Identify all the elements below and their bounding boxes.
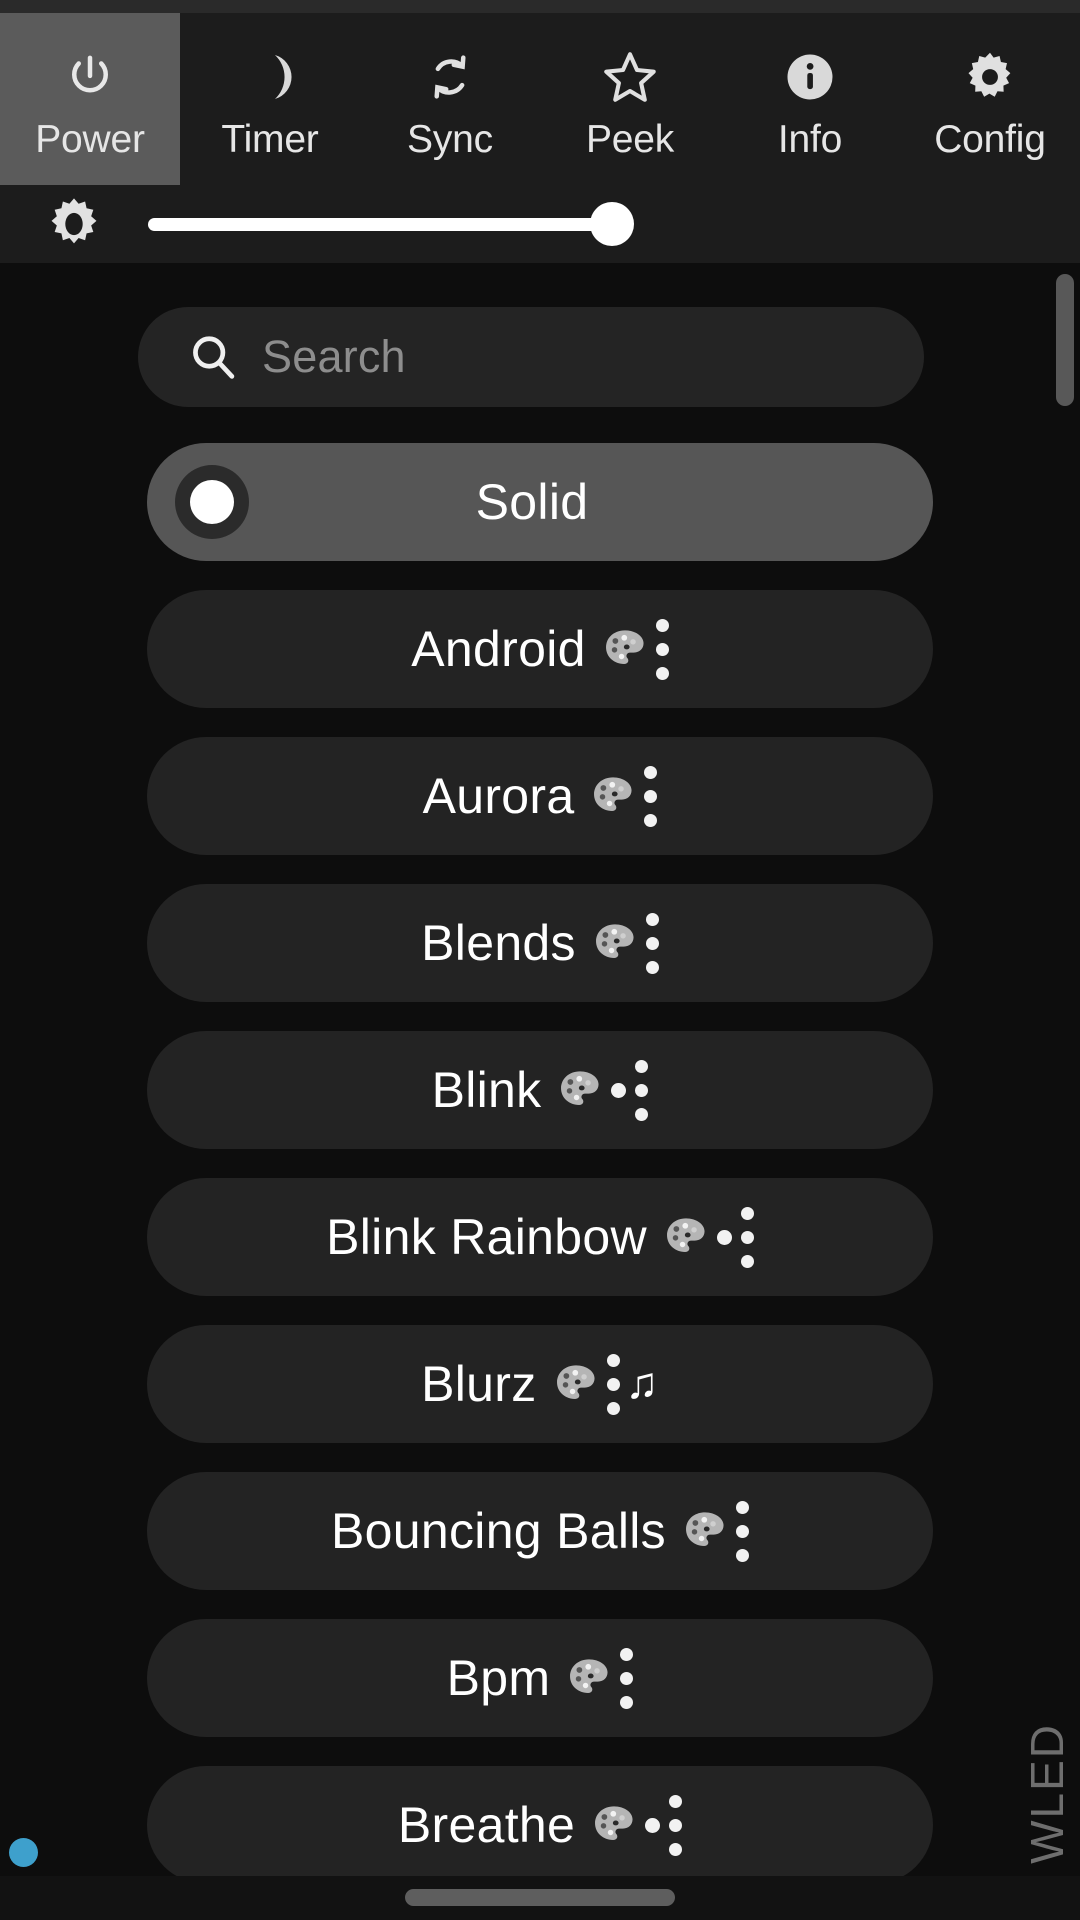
tab-label-config: Config <box>934 118 1046 161</box>
tab-power[interactable]: Power <box>0 13 180 185</box>
options-ellipsis-icon <box>655 618 669 680</box>
palette-icon <box>682 1508 728 1554</box>
effect-label: Bpm <box>446 1647 634 1709</box>
effect-label: Blurz ♫ <box>421 1353 659 1415</box>
brightness-slider[interactable] <box>148 185 634 263</box>
palette-icon <box>591 1802 637 1848</box>
tab-timer[interactable]: Timer <box>180 13 360 185</box>
effect-selected-radio[interactable] <box>175 465 249 539</box>
brightness-slider-track[interactable] <box>148 202 634 246</box>
effect-name: Solid <box>475 474 589 530</box>
options-ellipsis-icon <box>740 1206 754 1268</box>
effect-label: Android <box>411 618 669 680</box>
wled-brand-label: WLED <box>1021 1723 1073 1864</box>
options-ellipsis-icon <box>669 1794 683 1856</box>
star-icon <box>601 46 659 108</box>
tab-label-sync: Sync <box>407 118 493 161</box>
effect-name: Blink <box>431 1062 542 1118</box>
effect-name: Android <box>411 621 586 677</box>
effect-item-blink-rainbow[interactable]: Blink Rainbow <box>147 1178 933 1296</box>
effect-item-bouncing-balls[interactable]: Bouncing Balls <box>147 1472 933 1590</box>
wled-app-screen: Power Timer Sync Peek Info Config Search… <box>0 0 1080 1920</box>
audio-reactive-icon: ♫ <box>625 1359 659 1408</box>
tab-label-info: Info <box>777 118 843 161</box>
tab-label-power: Power <box>35 118 145 161</box>
effects-panel: Search Solid Android Aurora Blends Blink… <box>0 263 1080 1884</box>
color-dot-icon <box>716 1229 732 1245</box>
search-input[interactable]: Search <box>138 307 924 407</box>
connection-status-indicator <box>9 1838 38 1867</box>
effect-name: Breathe <box>397 1797 576 1853</box>
options-ellipsis-icon <box>606 1353 620 1415</box>
tab-sync[interactable]: Sync <box>360 13 540 185</box>
options-ellipsis-icon <box>635 1059 649 1121</box>
effect-label: Solid <box>476 473 605 531</box>
scrollbar-thumb[interactable] <box>1056 274 1074 406</box>
palette-icon <box>663 1214 709 1260</box>
palette-icon <box>592 920 638 966</box>
effect-name: Blends <box>421 915 576 971</box>
color-dot-icon <box>645 1817 661 1833</box>
sync-icon <box>423 46 477 108</box>
palette-icon <box>557 1067 603 1113</box>
info-icon <box>783 46 837 108</box>
tab-label-peek: Peek <box>585 118 675 161</box>
effect-item-blink[interactable]: Blink <box>147 1031 933 1149</box>
effect-item-android[interactable]: Android <box>147 590 933 708</box>
gear-icon <box>962 46 1018 108</box>
effect-label: Blink Rainbow <box>326 1206 754 1268</box>
brightness-slider-thumb[interactable] <box>590 202 634 246</box>
search-placeholder: Search <box>262 331 406 382</box>
palette-icon <box>602 626 648 672</box>
effect-name: Bpm <box>446 1650 551 1706</box>
effect-item-aurora[interactable]: Aurora <box>147 737 933 855</box>
effect-item-bpm[interactable]: Bpm <box>147 1619 933 1737</box>
top-toolbar: Power Timer Sync Peek Info Config <box>0 13 1080 185</box>
status-bar-strip <box>0 0 1080 13</box>
effect-item-solid[interactable]: Solid <box>147 443 933 561</box>
tab-peek[interactable]: Peek <box>540 13 720 185</box>
tab-label-timer: Timer <box>221 118 319 161</box>
color-dot-icon <box>611 1082 627 1098</box>
gesture-home-pill[interactable] <box>405 1889 675 1906</box>
effect-label: Aurora <box>422 765 658 827</box>
effect-label: Bouncing Balls <box>331 1500 749 1562</box>
palette-icon <box>553 1361 599 1407</box>
options-ellipsis-icon <box>735 1500 749 1562</box>
tab-config[interactable]: Config <box>900 13 1080 185</box>
tab-info[interactable]: Info <box>720 13 900 185</box>
brightness-row <box>0 185 1080 263</box>
system-navigation-bar <box>0 1876 1080 1920</box>
effect-item-blurz[interactable]: Blurz ♫ <box>147 1325 933 1443</box>
effect-name: Blurz <box>421 1356 537 1412</box>
effect-name: Aurora <box>422 768 575 824</box>
search-icon <box>186 330 248 384</box>
options-ellipsis-icon <box>645 912 659 974</box>
brightness-sun-icon <box>0 195 148 253</box>
effect-label: Breathe <box>397 1794 683 1856</box>
power-icon <box>63 46 117 108</box>
moon-icon <box>243 46 297 108</box>
effect-item-blends[interactable]: Blends <box>147 884 933 1002</box>
effect-name: Blink Rainbow <box>326 1209 647 1265</box>
options-ellipsis-icon <box>620 1647 634 1709</box>
effect-label: Blends <box>421 912 659 974</box>
options-ellipsis-icon <box>644 765 658 827</box>
radio-dot <box>190 480 234 524</box>
effect-item-breathe[interactable]: Breathe <box>147 1766 933 1884</box>
palette-icon <box>566 1655 612 1701</box>
effect-label: Blink <box>431 1059 649 1121</box>
palette-icon <box>590 773 636 819</box>
effects-list: Solid Android Aurora Blends Blink Blink … <box>0 443 1080 1913</box>
effect-name: Bouncing Balls <box>331 1503 666 1559</box>
